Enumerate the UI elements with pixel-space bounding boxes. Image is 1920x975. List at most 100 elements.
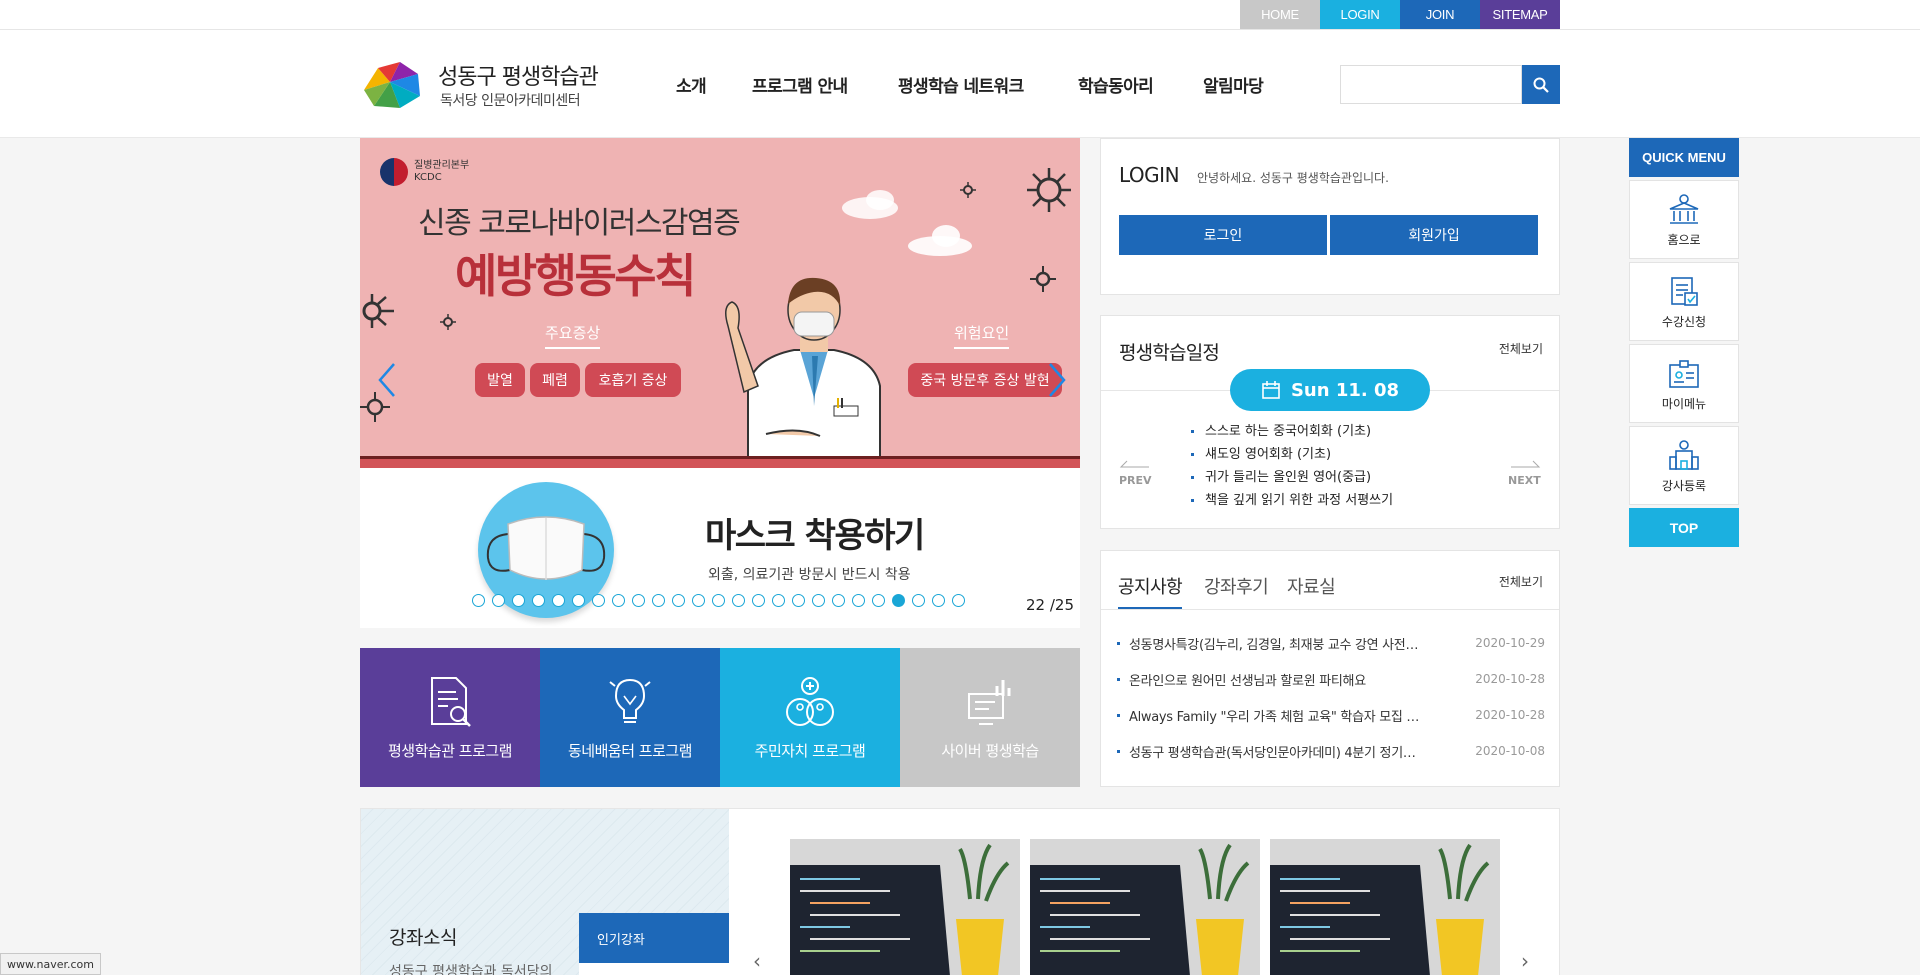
slider-dot[interactable] xyxy=(792,594,805,607)
schedule-date: Sun 11. 08 xyxy=(1230,369,1430,411)
slider-dot[interactable] xyxy=(712,594,725,607)
program-tile-lifelong[interactable]: 평생학습관 프로그램 xyxy=(360,648,540,787)
slider-pagination xyxy=(472,594,965,607)
slider-prev-icon[interactable] xyxy=(374,360,400,400)
symptom-label: 주요증상 xyxy=(545,322,601,349)
slider-dot[interactable] xyxy=(912,594,925,607)
slider-dot[interactable] xyxy=(492,594,505,607)
main-banner-slider[interactable]: 질병관리본부 KCDC 신종 코로나바이러스감염증 예방행동수칙 주요증상 발열… xyxy=(360,138,1080,628)
schedule-more-link[interactable]: 전체보기 xyxy=(1499,340,1543,357)
program-tile-neighborhood[interactable]: 동네배움터 프로그램 xyxy=(540,648,720,787)
program-tile-cyber[interactable]: 사이버 평생학습 xyxy=(900,648,1080,787)
login-link[interactable]: LOGIN xyxy=(1320,0,1400,29)
sitemap-link[interactable]: SITEMAP xyxy=(1480,0,1560,29)
community-icon xyxy=(786,677,834,726)
search-button[interactable] xyxy=(1522,65,1560,104)
quick-menu-apply[interactable]: 수강신청 xyxy=(1629,262,1739,341)
join-link[interactable]: JOIN xyxy=(1400,0,1480,29)
slider-dot[interactable] xyxy=(732,594,745,607)
schedule-list: 스스로 하는 중국어회화 (기초) 섀도잉 영어회화 (기초) 귀가 들리는 올… xyxy=(1189,420,1393,512)
nav-programs[interactable]: 프로그램 안내 xyxy=(752,72,848,97)
slide-title: 마스크 착용하기 xyxy=(705,516,925,556)
home-link[interactable]: HOME xyxy=(1240,0,1320,29)
schedule-item[interactable]: 스스로 하는 중국어회화 (기초) xyxy=(1189,420,1393,443)
nav-notice[interactable]: 알림마당 xyxy=(1203,72,1264,97)
slider-dot[interactable] xyxy=(832,594,845,607)
slider-dot[interactable] xyxy=(652,594,665,607)
slider-dot[interactable] xyxy=(872,594,885,607)
slider-dot[interactable] xyxy=(952,594,965,607)
banner-heading: 신종 코로나바이러스감염증 xyxy=(418,206,741,241)
slider-dot[interactable] xyxy=(772,594,785,607)
slider-dot[interactable] xyxy=(532,594,545,607)
tab-archive[interactable]: 자료실 xyxy=(1287,573,1336,599)
nav-network[interactable]: 평생학습 네트워크 xyxy=(898,72,1024,97)
notice-row[interactable]: 성동구 평생학습관(독서당인문아카데미) 4분기 정기… 2020-10-08 xyxy=(1117,741,1545,761)
kcdc-org-name: 질병관리본부 xyxy=(414,160,470,171)
login-panel: LOGIN 안녕하세요. 성동구 평생학습관입니다. 로그인 회원가입 xyxy=(1100,138,1560,295)
lightbulb-icon xyxy=(609,678,651,723)
virus-icon xyxy=(440,314,456,330)
slide-counter: 22 /25 xyxy=(1026,596,1074,614)
quick-menu-label: 수강신청 xyxy=(1661,315,1707,329)
scroll-top-button[interactable]: TOP xyxy=(1629,508,1739,547)
schedule-panel: 평생학습일정 전체보기 Sun 11. 08 PREV NEXT 스스로 하는 … xyxy=(1100,315,1560,529)
site-title[interactable]: 성동구 평생학습관 xyxy=(438,59,599,91)
slider-dot[interactable] xyxy=(672,594,685,607)
quick-menu-mymenu[interactable]: 마이메뉴 xyxy=(1629,344,1739,423)
virus-icon xyxy=(1030,266,1056,292)
slider-dot[interactable] xyxy=(812,594,825,607)
notice-row[interactable]: 성동명사특강(김누리, 김경일, 최재붕 교수 강연 사전… 2020-10-2… xyxy=(1117,633,1545,653)
slider-dot[interactable] xyxy=(592,594,605,607)
slider-dot[interactable] xyxy=(572,594,585,607)
lecture-prev-icon[interactable]: ‹ xyxy=(753,949,761,973)
symptom-chip: 호흡기 증상 xyxy=(585,363,681,397)
banner-top-area: 질병관리본부 KCDC 신종 코로나바이러스감염증 예방행동수칙 주요증상 발열… xyxy=(360,138,1080,458)
tab-notice[interactable]: 공지사항 xyxy=(1118,573,1183,609)
slider-dot[interactable] xyxy=(892,594,905,607)
schedule-next-button[interactable]: NEXT xyxy=(1508,453,1541,487)
lecture-thumbnail[interactable] xyxy=(1030,839,1260,975)
symptom-chip: 발열 xyxy=(475,363,525,397)
program-tile-label: 동네배움터 프로그램 xyxy=(568,742,692,760)
slider-dot[interactable] xyxy=(752,594,765,607)
notice-more-link[interactable]: 전체보기 xyxy=(1499,573,1543,590)
signup-button[interactable]: 회원가입 xyxy=(1330,215,1538,255)
slider-dot[interactable] xyxy=(472,594,485,607)
notice-date: 2020-10-29 xyxy=(1475,636,1545,650)
slider-dot[interactable] xyxy=(512,594,525,607)
program-tile-community[interactable]: 주민자치 프로그램 xyxy=(720,648,900,787)
kcdc-org-en: KCDC xyxy=(414,172,442,183)
quick-menu-home[interactable]: 홈으로 xyxy=(1629,180,1739,259)
lecture-thumbnail[interactable] xyxy=(1270,839,1500,975)
site-subtitle: 독서당 인문아카데미센터 xyxy=(440,93,581,109)
logo-icon[interactable] xyxy=(360,60,422,110)
schedule-item[interactable]: 책을 깊게 읽기 위한 과정 서평쓰기 xyxy=(1189,489,1393,512)
clouds-icon xyxy=(842,190,972,256)
slider-dot[interactable] xyxy=(932,594,945,607)
schedule-prev-button[interactable]: PREV xyxy=(1119,453,1152,487)
slider-dot[interactable] xyxy=(612,594,625,607)
quick-menu-instructor[interactable]: 강사등록 xyxy=(1629,426,1739,505)
slider-dot[interactable] xyxy=(852,594,865,607)
lecture-next-icon[interactable]: › xyxy=(1521,949,1529,973)
symptom-chip: 폐렴 xyxy=(530,363,580,397)
monitor-chart-icon xyxy=(968,680,1011,725)
arrow-right-icon xyxy=(1510,460,1540,468)
search-input[interactable] xyxy=(1340,65,1522,104)
nav-intro[interactable]: 소개 xyxy=(676,72,707,97)
login-button[interactable]: 로그인 xyxy=(1119,215,1327,255)
notice-row[interactable]: 온라인으로 원어민 선생님과 할로윈 파티해요 2020-10-28 xyxy=(1117,669,1545,689)
slider-dot[interactable] xyxy=(552,594,565,607)
notice-row[interactable]: Always Family "우리 가족 체험 교육" 학습자 모집 … 202… xyxy=(1117,705,1545,725)
nav-study-club[interactable]: 학습동아리 xyxy=(1078,72,1154,97)
lecture-thumbnail[interactable] xyxy=(790,839,1020,975)
slider-dot[interactable] xyxy=(692,594,705,607)
notice-date: 2020-10-28 xyxy=(1475,708,1545,722)
schedule-item[interactable]: 섀도잉 영어회화 (기초) xyxy=(1189,443,1393,466)
schedule-item[interactable]: 귀가 들리는 올인원 영어(중급) xyxy=(1189,466,1393,489)
tab-reviews[interactable]: 강좌후기 xyxy=(1204,573,1269,599)
slider-dot[interactable] xyxy=(632,594,645,607)
slider-next-icon[interactable] xyxy=(1044,360,1070,400)
tab-popular-lectures[interactable]: 인기강좌 xyxy=(579,913,729,963)
